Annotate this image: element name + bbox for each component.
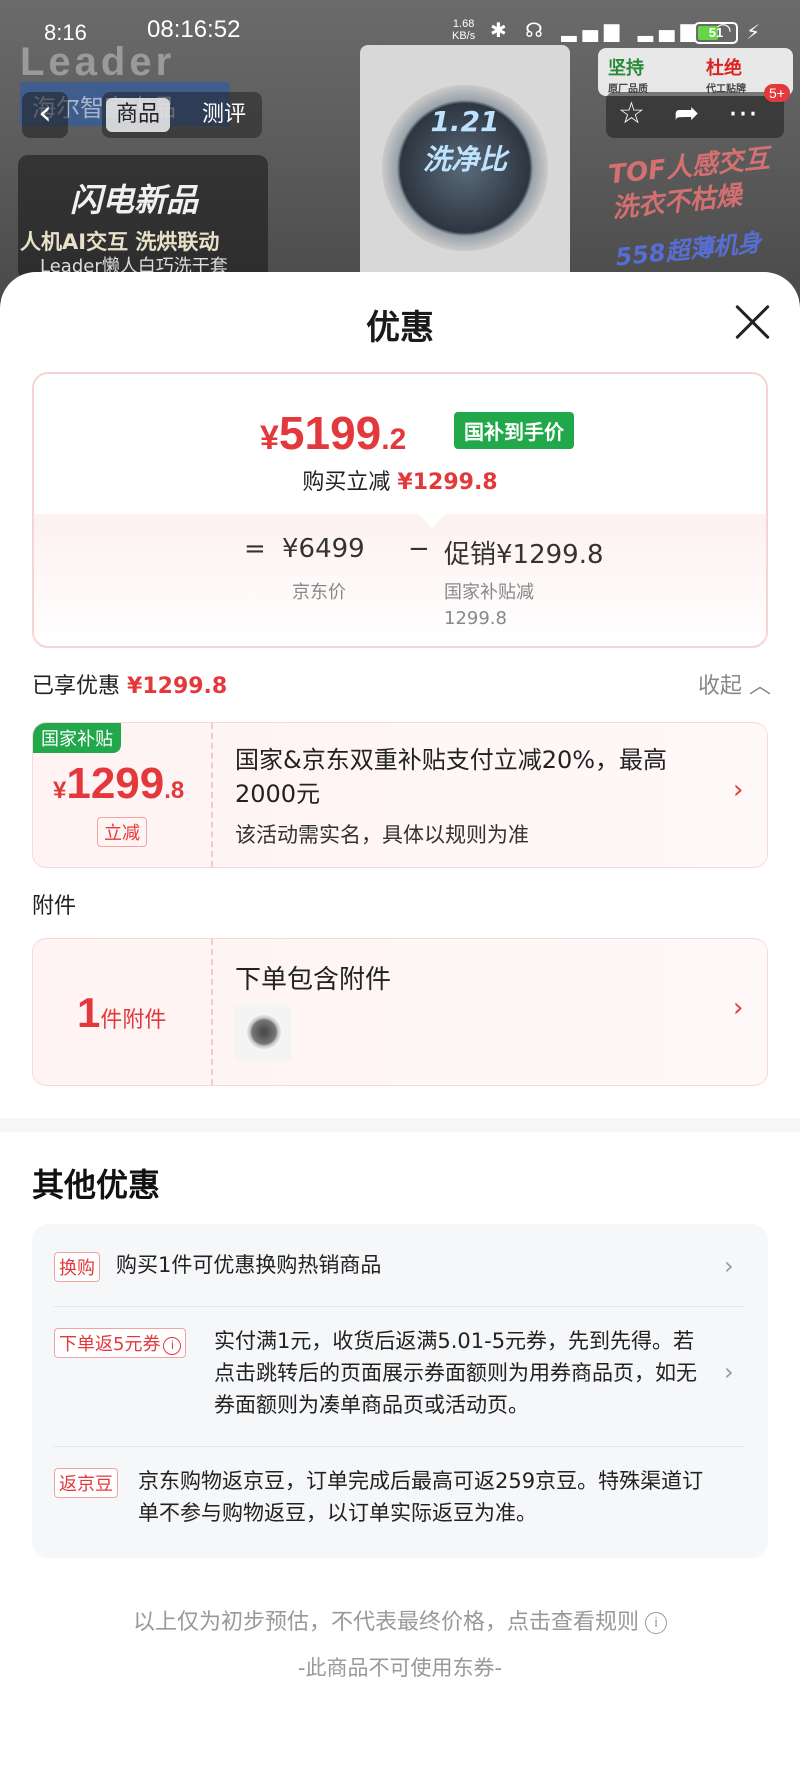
sheet-title: 优惠 [366, 308, 434, 348]
enjoyed-discount: 已享优惠 ¥1299.8 [32, 674, 228, 699]
status-clock: 08:16:52 [147, 16, 241, 43]
subsidy-coupon[interactable]: 国家补贴 ¥1299.8 立减 国家&京东双重补贴支付立减20%，最高2000元… [32, 722, 768, 868]
price-breakdown-area [34, 514, 766, 646]
network-speed: 1.68 KB/s [452, 18, 476, 42]
price-card: ¥5199.2 国补到手价 购买立减 ¥1299.8 = ¥6499 − 促销¥… [32, 372, 768, 648]
final-price: ¥5199.2 [260, 407, 407, 459]
promo-discount: 促销¥1299.8 [444, 540, 604, 570]
more-icon[interactable]: ⋯ [728, 96, 758, 131]
subsidy-corner-tag: 国家补贴 [33, 723, 121, 753]
nav-actions: ☆ ➦ ⋯ [606, 92, 784, 138]
chevron-right-icon: › [724, 1252, 734, 1280]
status-bar: 8:16 08:16:52 1.68 KB/s ✱ ☊ ▂▄▆ ▂▄▆ ◠ 51 … [0, 0, 800, 64]
accessory-section-label: 附件 [32, 894, 77, 919]
collapse-button[interactable]: 收起 ︿ [698, 668, 771, 700]
info-icon: i [645, 1612, 667, 1634]
product-nav: ‹ 商品 测评 ☆ ➦ ⋯ 5+ [0, 84, 800, 148]
accessory-thumbnail [235, 1005, 291, 1061]
tab-product[interactable]: 商品 [106, 98, 171, 132]
offer-text: 实付满1元，收货后返满5.01-5元券，先到先得。若点击跳转后的页面展示券面额则… [214, 1329, 697, 1417]
battery-icon: 51 [694, 22, 738, 44]
favorite-icon[interactable]: ☆ [618, 96, 645, 131]
coupon-restriction-note: -此商品不可使用东券- [297, 1656, 503, 1680]
charging-icon: ⚡ [746, 20, 761, 44]
other-offers-title: 其他优惠 [32, 1166, 161, 1204]
subsidy-breakdown: 国家补贴减 1299.8 [444, 582, 534, 629]
reduce-label: 立减 [97, 817, 147, 847]
tab-review[interactable]: 测评 [192, 98, 256, 132]
offer-tag: 返京豆 [54, 1468, 118, 1498]
chevron-right-icon: › [733, 775, 744, 805]
coupon-divider [211, 939, 213, 1085]
offer-exchange[interactable]: 换购 购买1件可优惠换购热销商品 › [54, 1252, 744, 1292]
status-time: 8:16 [44, 20, 87, 45]
slogan-tof: TOF人感交互 洗衣不枯燥 [607, 143, 771, 225]
offer-tag: 换购 [54, 1252, 100, 1282]
message-badge: 5+ [764, 84, 790, 102]
jd-price: ¥6499 [282, 534, 365, 564]
back-button[interactable]: ‹ [22, 92, 68, 138]
discount-sheet: 优惠 ¥5199.2 国补到手价 购买立减 ¥1299.8 = ¥6499 − … [0, 272, 800, 1777]
subsidy-description: 国家&京东双重补贴支付立减20%，最高2000元 [235, 746, 668, 808]
section-gap [0, 1118, 800, 1132]
offer-text: 京东购物返京豆，订单完成后最高可返259京豆。特殊渠道订单不参与购物返豆，以订单… [138, 1469, 704, 1525]
share-icon[interactable]: ➦ [674, 96, 699, 131]
offer-separator [54, 1306, 744, 1307]
offer-jd-beans[interactable]: 返京豆 京东购物返京豆，订单完成后最高可返259京豆。特殊渠道订单不参与购物返豆… [54, 1468, 744, 1538]
offer-separator [54, 1446, 744, 1447]
slogan-thin: 558超薄机身 [614, 228, 763, 272]
info-icon[interactable]: i [163, 1337, 182, 1355]
offer-tag: 下单返5元券 i [54, 1328, 187, 1358]
calc-equals: = [244, 534, 266, 564]
close-icon[interactable] [732, 302, 772, 342]
estimate-rules-link[interactable]: 以上仅为初步预估，不代表最终价格，点击查看规则 i [0, 1604, 800, 1636]
accessory-title: 下单包含附件 [235, 965, 392, 995]
coupon-divider [211, 723, 213, 867]
instant-discount: 购买立减 ¥1299.8 [302, 470, 498, 495]
calc-minus: − [408, 534, 430, 564]
jd-price-label: 京东价 [292, 582, 346, 603]
chevron-right-icon: › [733, 993, 744, 1023]
promo-title: 闪电新品 [70, 181, 199, 219]
accessory-count: 1件附件 [77, 989, 167, 1036]
chevron-up-icon: ︿ [749, 674, 772, 699]
washer-image: 1.21 洗净比 [360, 45, 570, 285]
other-offers-list: 换购 购买1件可优惠换购热销商品 › 下单返5元券 i 实付满1元，收货后返满5.… [32, 1224, 768, 1558]
chevron-right-icon: › [724, 1358, 734, 1386]
offer-coupon-return[interactable]: 下单返5元券 i 实付满1元，收货后返满5.01-5元券，先到先得。若点击跳转后的… [54, 1328, 744, 1428]
subsidy-price-tag: 国补到手价 [454, 412, 574, 449]
nav-tabs: 商品 测评 [102, 92, 262, 138]
accessory-card[interactable]: 1件附件 下单包含附件 › [32, 938, 768, 1086]
offer-text: 购买1件可优惠换购热销商品 [116, 1253, 382, 1277]
subsidy-amount: ¥1299.8 [53, 759, 185, 808]
subsidy-note: 该活动需实名，具体以规则为准 [235, 823, 529, 847]
